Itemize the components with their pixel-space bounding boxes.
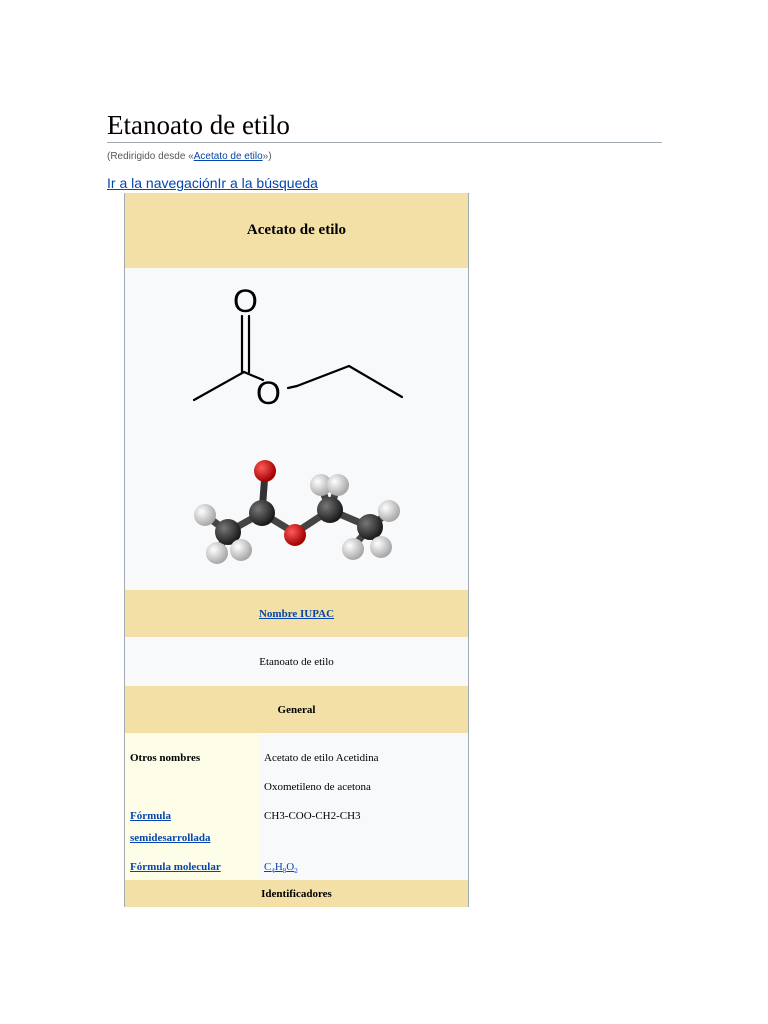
semistructural-formula-link-line1[interactable]: Fórmula	[130, 810, 171, 822]
ester-oxygen-label: O	[256, 375, 281, 411]
hydrogen-atom	[342, 538, 364, 560]
iupac-value: Etanoato de etilo	[125, 639, 468, 685]
molecular-formula-link[interactable]: Fórmula molecular	[130, 861, 221, 873]
skeletal-formula-image: O O	[192, 283, 404, 411]
semistructural-formula-label[interactable]: Fórmula semidesarrollada	[130, 805, 210, 849]
formula-element-h: H	[274, 861, 283, 873]
carbon-atom	[357, 514, 383, 540]
semistructural-formula-value: CH3-COO-CH2-CH3	[264, 810, 361, 822]
molecular-formula-label[interactable]: Fórmula molecular	[130, 856, 221, 878]
redirect-link[interactable]: Acetato de etilo	[194, 151, 263, 162]
ball-and-stick-model-image	[194, 460, 400, 564]
semistructural-formula-link-line2[interactable]: semidesarrollada	[130, 832, 210, 844]
iupac-name-link[interactable]: Nombre IUPAC	[259, 608, 334, 620]
hydrogen-atom	[194, 504, 216, 526]
jump-links: Ir a la navegaciónIr a la búsqueda	[107, 175, 318, 191]
jump-to-search-link[interactable]: Ir a la búsqueda	[218, 175, 318, 191]
oxygen-atom	[284, 524, 306, 546]
infobox-title: Acetato de etilo	[125, 193, 468, 268]
carbonyl-oxygen-label: O	[233, 283, 258, 319]
other-names-value-2: Oxometileno de acetona	[264, 781, 371, 793]
carbon-atom	[317, 497, 343, 523]
iupac-value-text: Etanoato de etilo	[259, 656, 334, 668]
formula-count-o: 2	[294, 867, 298, 876]
page-title: Etanoato de etilo	[107, 108, 662, 143]
identifiers-header-text: Identificadores	[261, 887, 332, 900]
jump-to-navigation-link[interactable]: Ir a la navegación	[107, 175, 218, 191]
redirect-note: (Redirigido desde «Acetato de etilo»)	[107, 151, 272, 162]
hydrogen-atom	[370, 536, 392, 558]
oxygen-atom	[254, 460, 276, 482]
redirect-prefix: (Redirigido desde «	[107, 151, 194, 162]
other-names-label: Otros nombres	[130, 752, 201, 764]
hydrogen-atom	[230, 539, 252, 561]
hydrogen-atom	[206, 542, 228, 564]
molecular-formula-value[interactable]: C4H8O2	[264, 856, 298, 882]
hydrogen-atom	[327, 474, 349, 496]
iupac-header: Nombre IUPAC	[125, 590, 468, 637]
infobox: Acetato de etilo O O Nombre IUPAC Etanoa…	[124, 193, 469, 907]
molecular-formula-link-value: C4H8O2	[264, 861, 298, 876]
redirect-suffix: »)	[262, 151, 272, 162]
general-header: General	[125, 686, 468, 733]
other-names-value: Acetato de etilo Acetidina	[264, 752, 379, 764]
infobox-title-text: Acetato de etilo	[246, 222, 347, 238]
hydrogen-atom	[378, 500, 400, 522]
identifiers-header: Identificadores	[125, 880, 468, 907]
carbon-atom	[249, 500, 275, 526]
general-header-text: General	[277, 703, 316, 716]
